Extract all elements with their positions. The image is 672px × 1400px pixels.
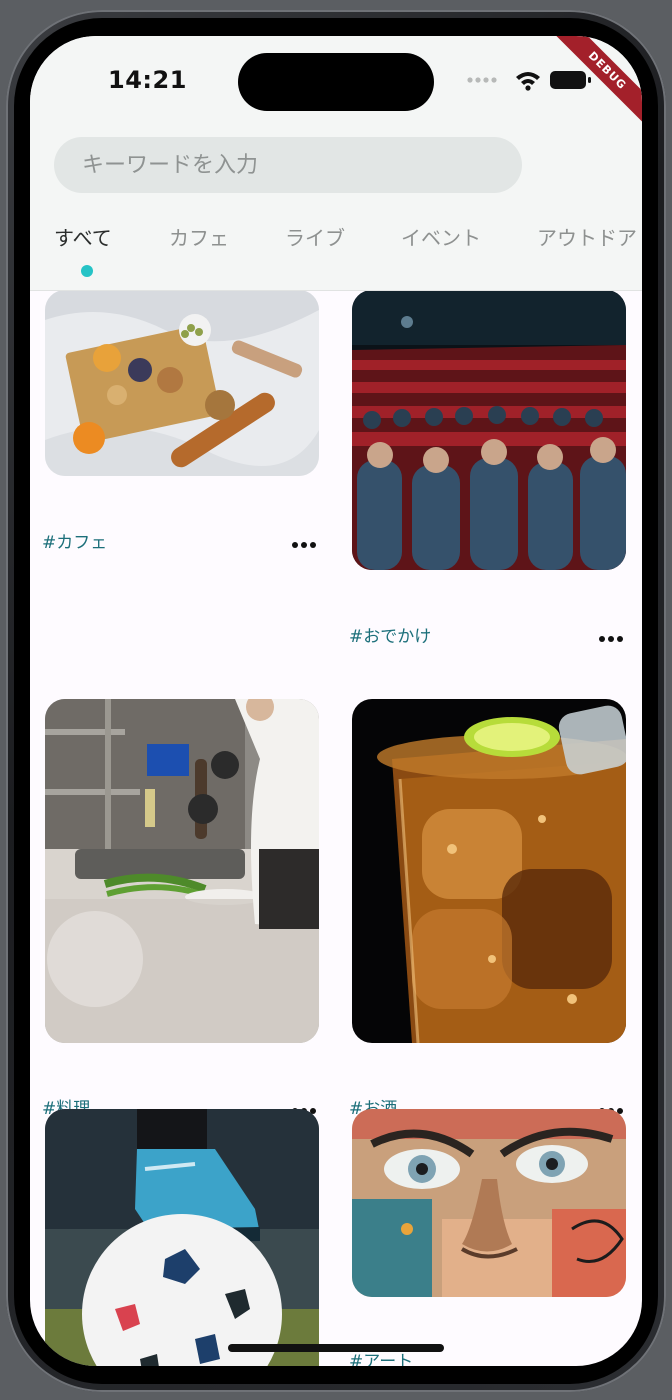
tab-cafe[interactable]: カフェ (169, 222, 229, 251)
search-input[interactable] (80, 151, 504, 179)
tab-event[interactable]: イベント (401, 222, 481, 251)
post-tag[interactable]: #おでかけ (349, 622, 431, 647)
more-dots-icon[interactable] (599, 1358, 629, 1366)
search-bar[interactable] (54, 137, 522, 193)
picnic-spread-image[interactable] (45, 290, 319, 476)
tab-outdoor[interactable]: アウトドア (537, 222, 637, 251)
active-tab-indicator (81, 265, 93, 277)
tab-live[interactable]: ライブ (285, 222, 345, 251)
wifi-icon (516, 72, 540, 91)
dynamic-island (238, 53, 434, 111)
status-time: 14:21 (108, 66, 187, 94)
battery-icon (550, 71, 591, 89)
chef-cooking-image[interactable] (45, 699, 319, 1043)
soccer-ball-image[interactable] (45, 1109, 319, 1366)
signal-dots-icon (467, 77, 497, 83)
category-tabs: すべて カフェ ライブ イベント アウトドア (30, 222, 642, 282)
home-indicator[interactable] (228, 1344, 444, 1352)
theater-audience-image[interactable] (352, 290, 626, 570)
iced-drink-image[interactable] (352, 699, 626, 1043)
post-tag[interactable]: #カフェ (42, 528, 107, 553)
tab-all[interactable]: すべて (54, 222, 112, 251)
street-art-face-image[interactable] (352, 1109, 626, 1297)
app-header: 14:21 DEBUG すべて カフェ (30, 36, 642, 291)
more-dots-icon[interactable] (292, 539, 322, 549)
app-screen: 14:21 DEBUG すべて カフェ (30, 36, 642, 1366)
more-dots-icon[interactable] (599, 633, 629, 643)
post-feed[interactable]: #カフェ #おでかけ #アート (30, 290, 642, 1366)
